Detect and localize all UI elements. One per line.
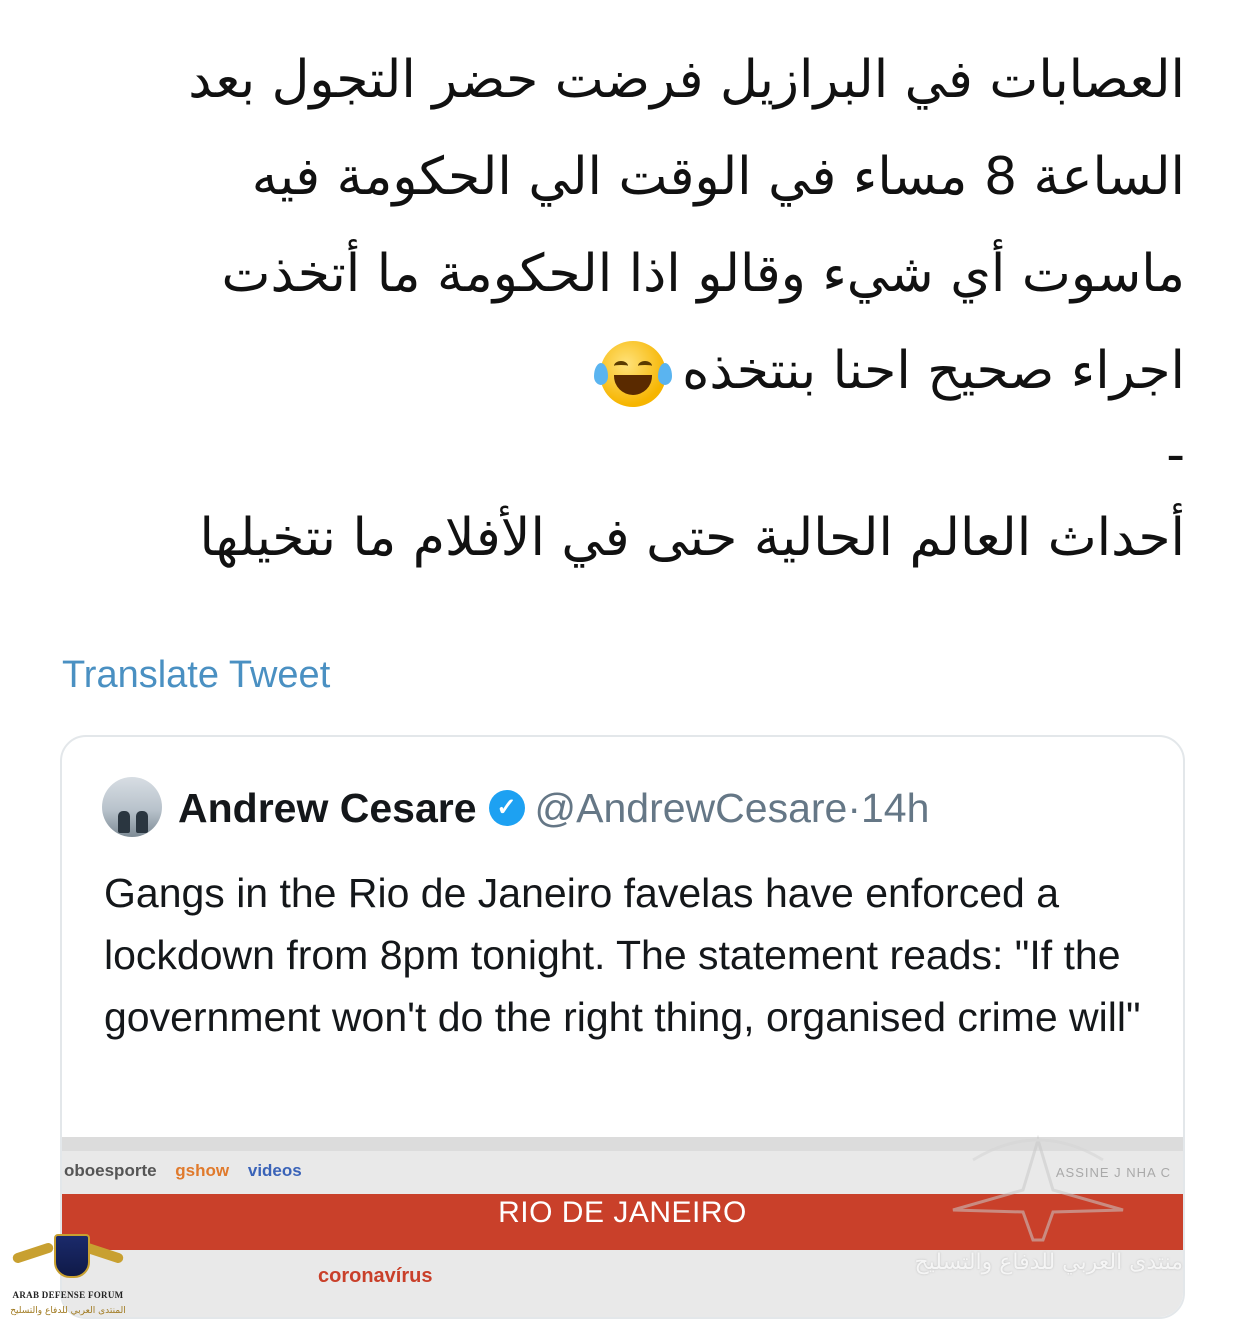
site-nav: oboesporte gshow videos [64,1161,316,1181]
translate-tweet-link[interactable]: Translate Tweet [62,654,330,697]
tweet-line-4-text: اجراء صحيح احنا بنتخذه [682,341,1185,401]
coronavirus-link: coronavírus [318,1265,433,1287]
logo-wing-left-icon [11,1241,55,1265]
face-with-tears-of-joy-icon [593,341,672,407]
section-banner-title: RIO DE JANEIRO [498,1196,747,1229]
nav-item-videos: videos [247,1161,302,1180]
quoted-tweet-media[interactable]: oboesporte gshow videos ASSINE J NHA C R… [62,1137,1183,1317]
quoted-tweet-body: Gangs in the Rio de Janeiro favelas have… [104,870,1141,1040]
tweet-line-4: اجراء صحيح احنا بنتخذه [40,323,1185,420]
shield-icon [54,1234,90,1278]
browser-topbar [62,1137,1183,1151]
tweet-line-2: الساعة 8 مساء في الوقت الي الحكومة فيه [251,147,1185,207]
author-handle[interactable]: @AndrewCesare [535,785,848,831]
nav-item-gshow: gshow [175,1161,230,1180]
tweet-line-3: ماسوت أي شيء وقالو اذا الحكومة ما أتخذت [221,244,1185,304]
logo-subtitle: المنتدى العربي للدفاع والتسليح [10,1306,126,1316]
author-name[interactable]: Andrew Cesare [178,785,477,831]
avatar[interactable] [102,777,162,837]
tweet-dash: - [1166,425,1185,485]
tweet-closing-line: أحداث العالم الحالية حتى في الأفلام ما ن… [199,508,1186,568]
quoted-tweet-header: Andrew Cesare ✓ @AndrewCesare·14h [178,783,929,833]
forum-logo: ARAB DEFENSE FORUM المنتدى العربي للدفاع… [8,1232,128,1324]
verified-badge-icon: ✓ [488,790,525,827]
tweet-line-1: العصابات في البرازيل فرضت حضر التجول بعد [188,50,1185,110]
tweet-text: العصابات في البرازيل فرضت حضر التجول بعد… [40,32,1185,587]
nav-item-oboesporte: oboesporte [64,1161,157,1180]
logo-title: ARAB DEFENSE FORUM [12,1290,124,1300]
quoted-tweet-card[interactable]: Andrew Cesare ✓ @AndrewCesare·14h Gangs in… [60,735,1185,1319]
separator-dot: · [847,785,861,831]
subscribe-caption: ASSINE J NHA C [1055,1165,1171,1180]
tweet-timestamp[interactable]: 14h [861,785,929,831]
